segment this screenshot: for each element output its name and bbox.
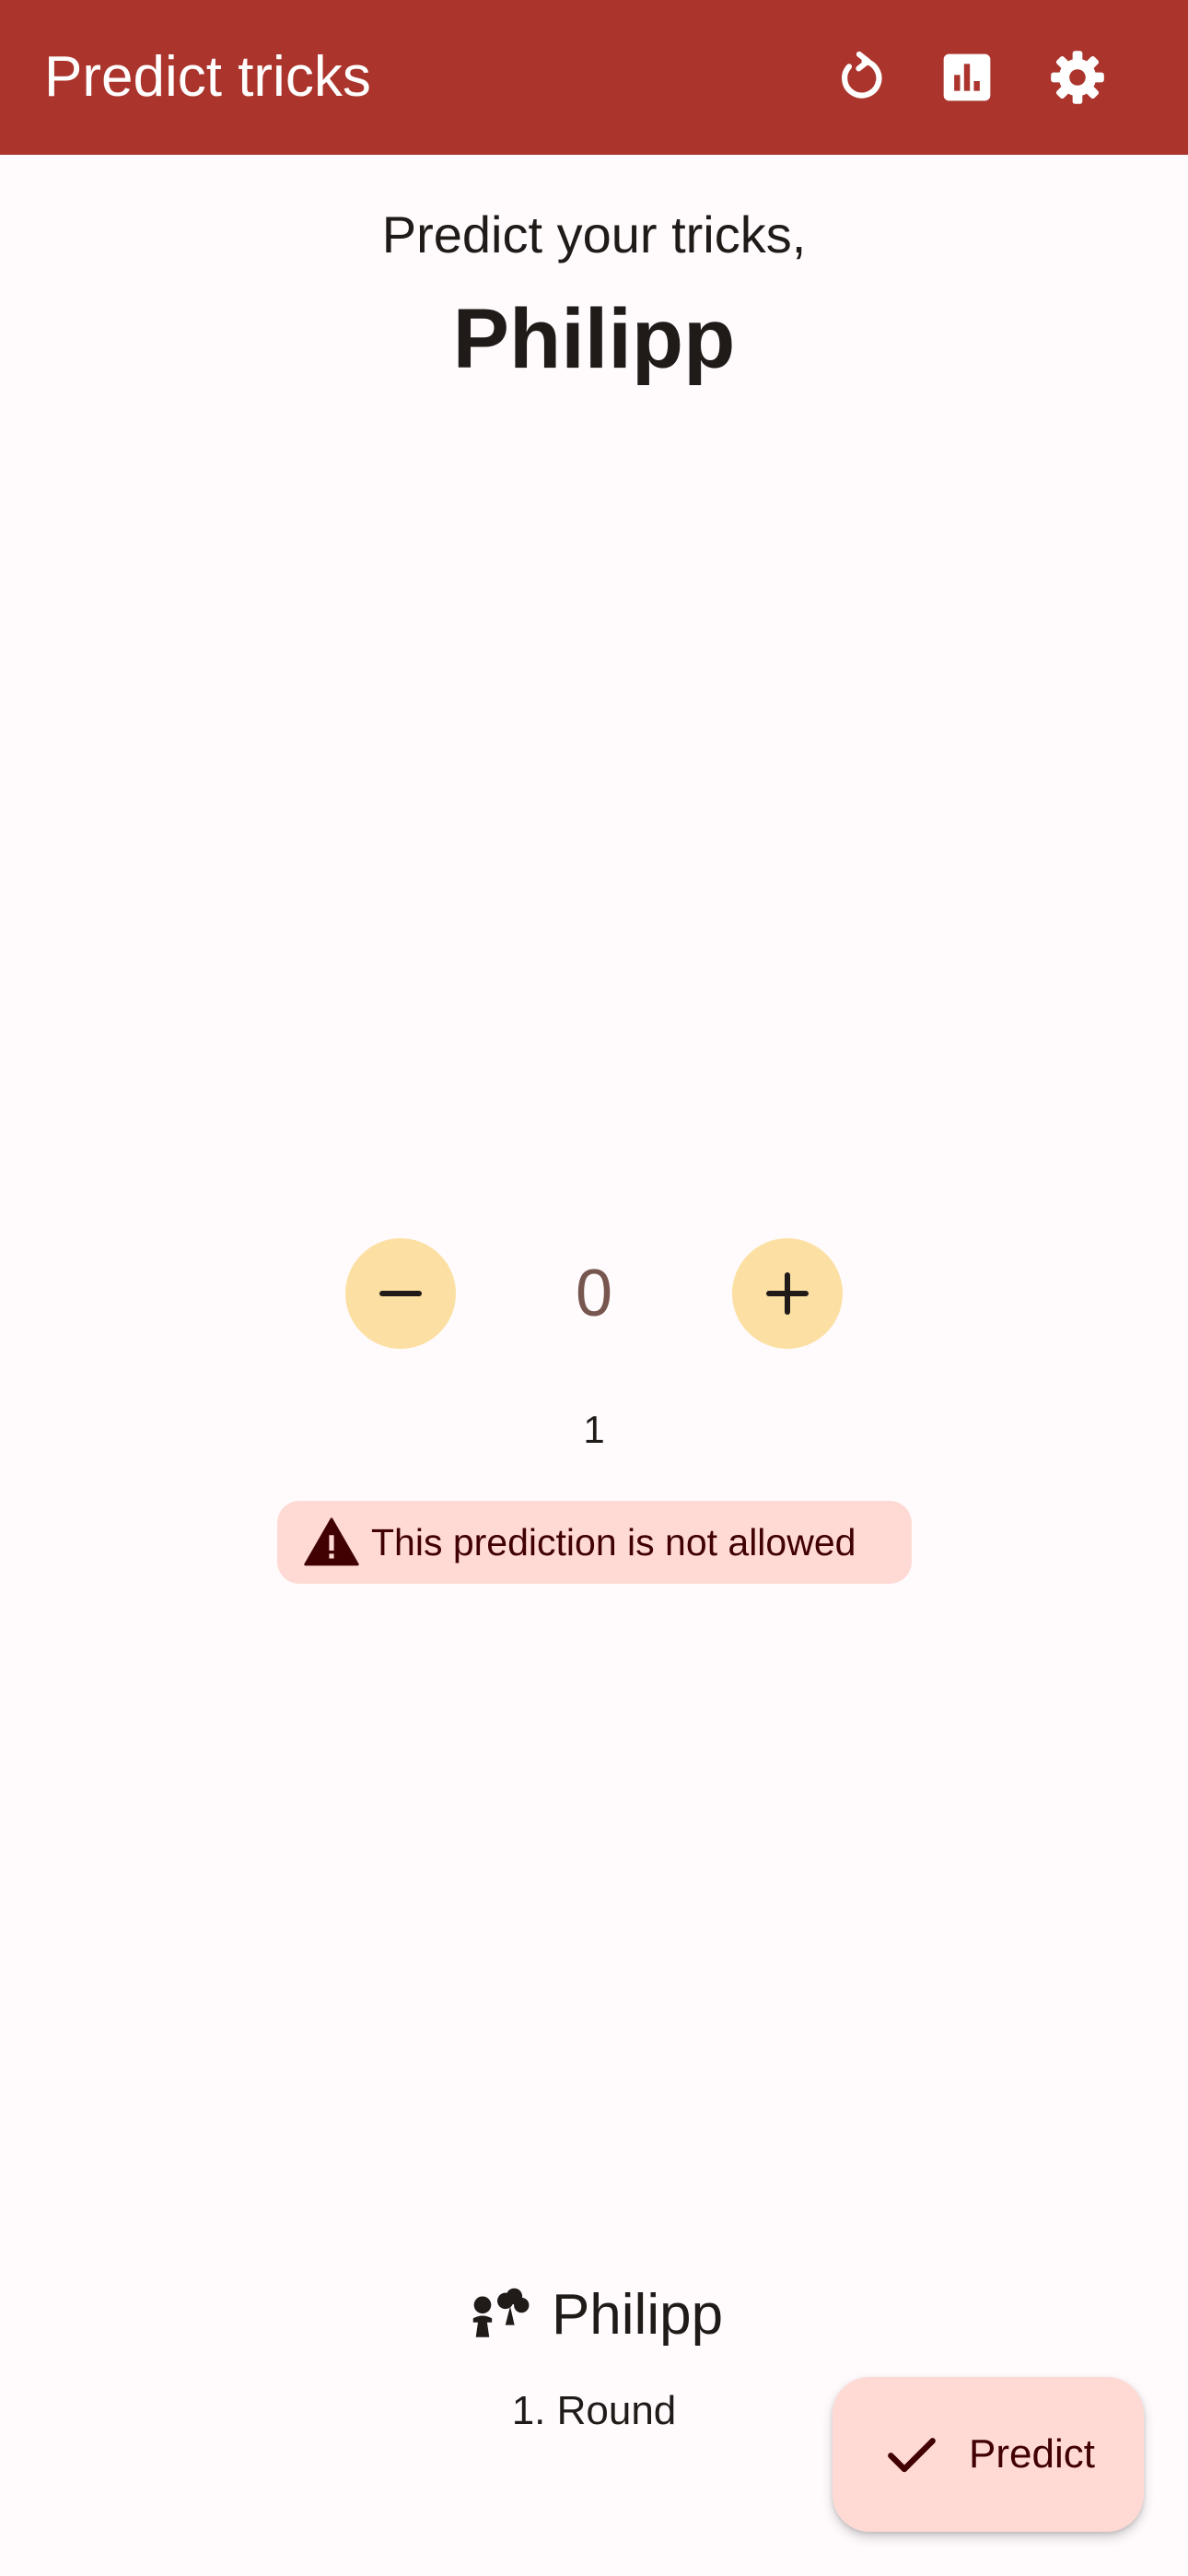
reset-button[interactable] bbox=[816, 33, 904, 122]
settings-button[interactable] bbox=[1033, 33, 1122, 122]
minus-icon bbox=[379, 1291, 422, 1296]
check-icon bbox=[888, 2438, 936, 2473]
predict-button[interactable]: Predict bbox=[833, 2377, 1144, 2532]
prediction-value: 0 bbox=[575, 1257, 613, 1330]
warning-text: This prediction is not allowed bbox=[371, 1520, 856, 1563]
hint-number: 1 bbox=[583, 1408, 605, 1451]
gear-icon bbox=[1051, 51, 1104, 104]
prediction-prompt: Predict your tricks, bbox=[381, 205, 807, 263]
current-player-name: Philipp bbox=[452, 292, 736, 386]
app-bar-title: Predict tricks bbox=[44, 45, 371, 109]
decrement-button[interactable] bbox=[345, 1238, 456, 1349]
app-bar: Predict tricks bbox=[0, 0, 1188, 155]
warning-icon bbox=[304, 1517, 359, 1566]
cards-suit-icon bbox=[472, 2288, 530, 2337]
warning-chip: This prediction is not allowed bbox=[277, 1501, 912, 1584]
bar-chart-icon bbox=[943, 53, 991, 101]
refresh-icon bbox=[842, 51, 882, 99]
dealer-info: Philipp bbox=[0, 2276, 1188, 2353]
predict-button-label: Predict bbox=[969, 2431, 1095, 2476]
plus-icon bbox=[766, 1272, 809, 1315]
statistics-button[interactable] bbox=[923, 33, 1011, 122]
increment-button[interactable] bbox=[732, 1238, 843, 1349]
dealer-player-name: Philipp bbox=[551, 2282, 724, 2347]
